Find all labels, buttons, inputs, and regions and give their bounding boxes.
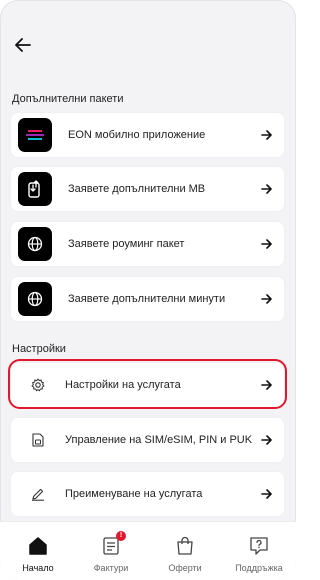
order-extra-minutes-item[interactable]: Заявете допълнителни минути: [11, 277, 284, 321]
nav-invoices[interactable]: ! Фактури: [74, 522, 148, 580]
home-icon: [27, 535, 49, 557]
back-arrow-icon: [15, 38, 31, 52]
invoice-badge: !: [116, 531, 126, 541]
highlight-frame: [8, 359, 287, 409]
invoice-icon: !: [100, 531, 126, 557]
phone-data-icon: [18, 172, 52, 206]
app-screen: Допълнителни пакети EON мобилно приложен…: [0, 0, 296, 580]
globe-icon: [18, 282, 52, 316]
eon-app-item[interactable]: EON мобилно приложение: [11, 113, 284, 157]
nav-home-label: Начало: [22, 563, 54, 573]
bottom-navigation: Начало ! Фактури Оферти Поддръжка: [0, 521, 296, 580]
support-icon: [248, 535, 270, 557]
sim-card-icon: [29, 431, 47, 449]
section-title-settings: Настройки: [12, 343, 66, 355]
globe-icon: [18, 227, 52, 261]
arrow-right-icon: [259, 292, 273, 306]
rename-service-item[interactable]: Преименуване на услугата: [11, 472, 284, 516]
arrow-right-icon: [259, 433, 273, 447]
nav-support[interactable]: Поддръжка: [222, 522, 296, 580]
section-title-packages: Допълнителни пакети: [12, 93, 124, 105]
sim-management-label: Управление на SIM/eSIM, PIN и PUK: [65, 434, 253, 446]
nav-home[interactable]: Начало: [1, 522, 75, 580]
arrow-right-icon: [259, 128, 273, 142]
order-extra-mb-item[interactable]: Заявете допълнителни MB: [11, 167, 284, 211]
sim-management-item[interactable]: Управление на SIM/eSIM, PIN и PUK: [11, 418, 284, 462]
pencil-icon: [29, 485, 47, 503]
eon-app-icon: [18, 118, 52, 152]
back-button[interactable]: [12, 34, 34, 56]
arrow-right-icon: [259, 237, 273, 251]
nav-offers-label: Оферти: [168, 563, 202, 573]
shopping-bag-icon: [174, 535, 196, 557]
arrow-right-icon: [259, 182, 273, 196]
nav-support-label: Поддръжка: [235, 563, 283, 573]
rename-service-label: Преименуване на услугата: [65, 488, 203, 500]
arrow-right-icon: [259, 487, 273, 501]
order-roaming-label: Заявете роуминг пакет: [68, 238, 185, 250]
order-extra-mb-label: Заявете допълнителни MB: [68, 183, 206, 195]
order-roaming-item[interactable]: Заявете роуминг пакет: [11, 222, 284, 266]
order-extra-minutes-label: Заявете допълнителни минути: [68, 293, 226, 305]
nav-offers[interactable]: Оферти: [148, 522, 222, 580]
nav-invoices-label: Фактури: [93, 563, 129, 573]
eon-app-label: EON мобилно приложение: [68, 129, 206, 141]
